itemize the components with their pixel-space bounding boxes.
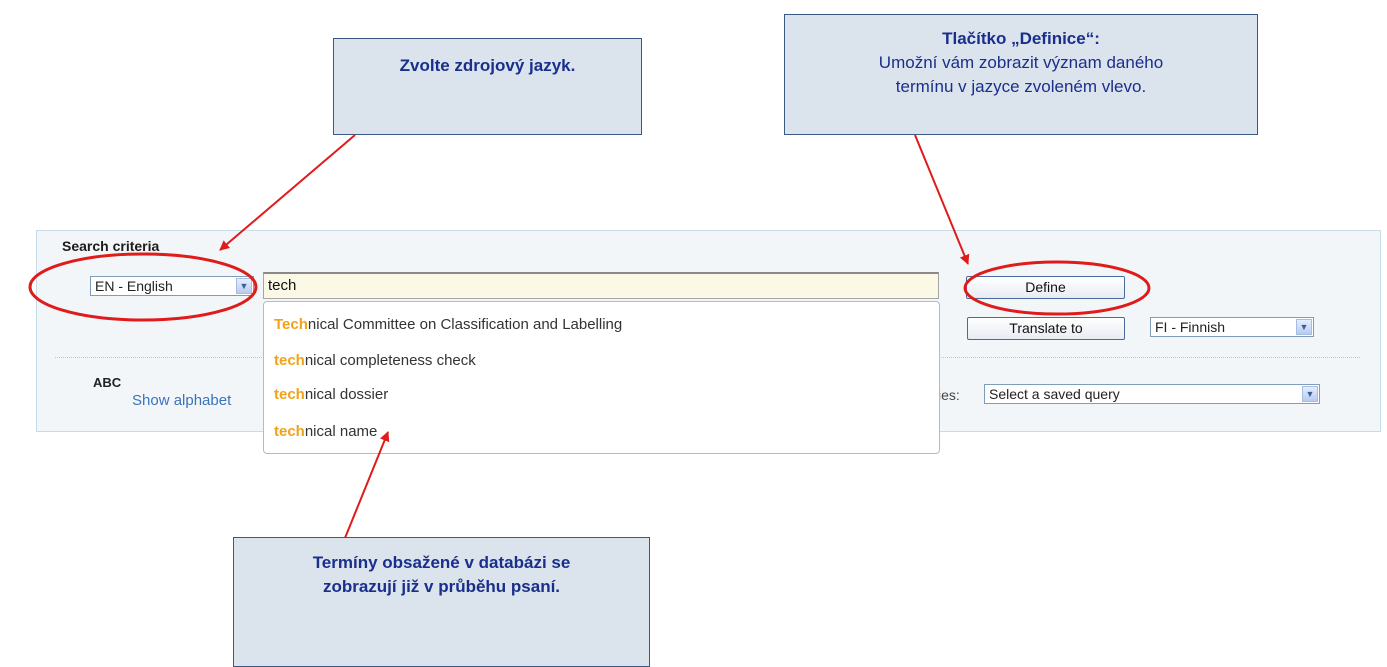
annotation-overlay (28, 134, 1151, 539)
arrow-suggestions (344, 431, 390, 539)
highlight-define-button (963, 260, 1151, 316)
highlight-source-language (28, 252, 258, 322)
arrow-source-language (219, 134, 356, 251)
arrow-define (914, 134, 970, 265)
